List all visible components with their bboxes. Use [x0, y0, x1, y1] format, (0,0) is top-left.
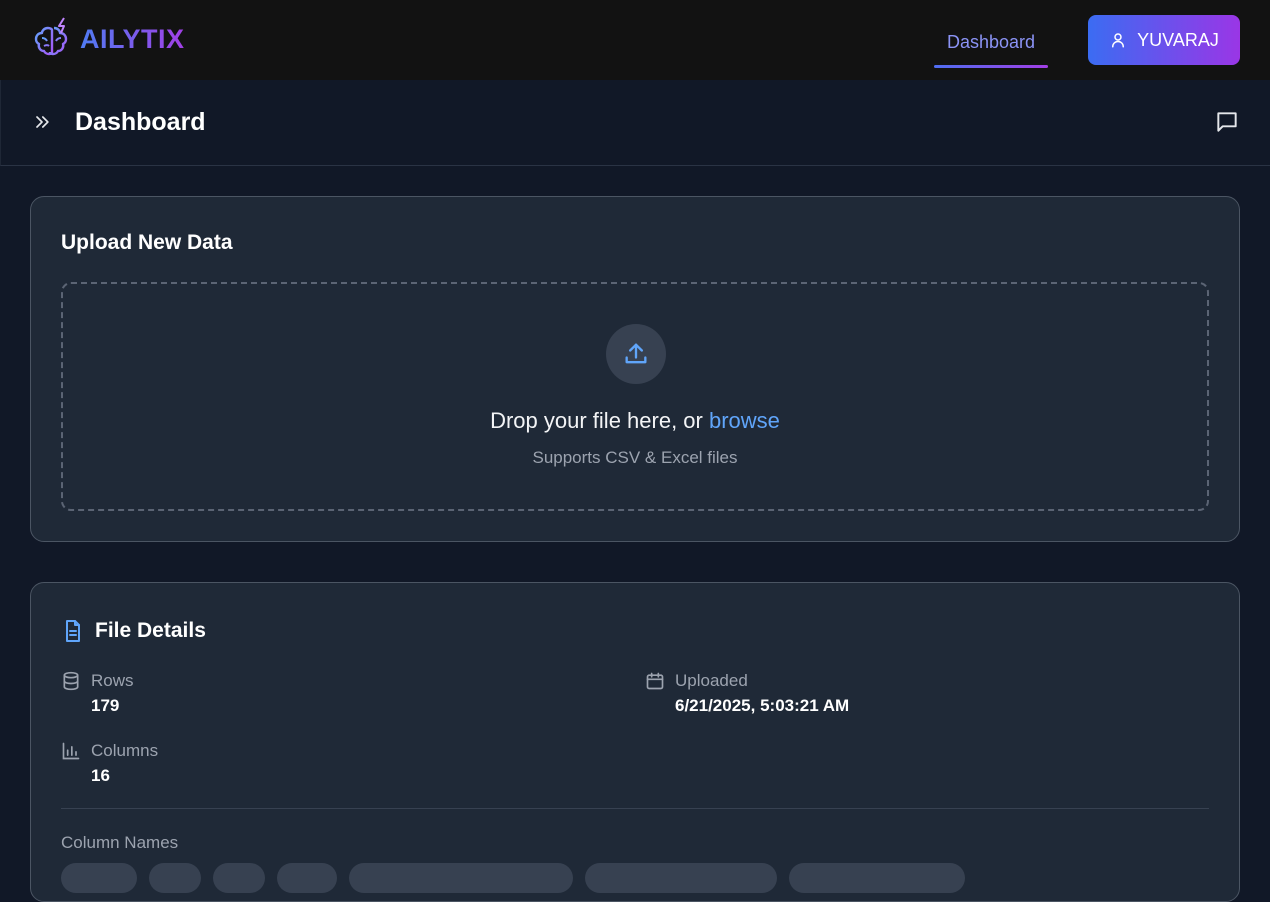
rows-value: 179: [91, 696, 120, 715]
section-divider: [61, 808, 1209, 809]
upload-card-title: Upload New Data: [61, 231, 233, 254]
message-square-icon: [1217, 112, 1237, 132]
column-chip: [149, 863, 201, 893]
drop-instructions: Drop your file here, or browse: [63, 408, 1207, 434]
active-tab-indicator: [934, 65, 1048, 68]
brand-name: AILYTIX: [80, 23, 185, 54]
column-chip: [585, 863, 777, 893]
nav-link-dashboard-label: Dashboard: [946, 32, 1036, 52]
calendar-icon: [646, 672, 664, 690]
page-title: Dashboard: [75, 108, 206, 136]
column-names-label: Column Names: [61, 833, 179, 852]
file-text-icon: [66, 620, 80, 642]
column-chip: [789, 863, 965, 893]
supported-formats-text: Supports CSV & Excel files: [532, 448, 738, 467]
user-icon: [1112, 33, 1125, 48]
column-chip: [277, 863, 337, 893]
column-chip: [213, 863, 265, 893]
columns-stat: Columns 16: [61, 741, 158, 786]
browse-link[interactable]: browse: [709, 408, 780, 433]
user-menu-button[interactable]: YUVARAJ: [1088, 15, 1240, 65]
bar-chart-icon: [62, 742, 80, 760]
file-details-title: File Details: [95, 619, 206, 642]
file-dropzone[interactable]: Drop your file here, or browse Supports …: [61, 282, 1209, 511]
file-details-card: File Details Rows 179 Uploaded 6/21/2025…: [30, 582, 1240, 902]
columns-value: 16: [91, 766, 110, 785]
rows-label: Rows: [91, 671, 134, 690]
columns-label: Columns: [91, 741, 159, 760]
chat-button[interactable]: [1214, 109, 1240, 140]
uploaded-label: Uploaded: [675, 671, 748, 690]
database-icon: [63, 671, 79, 691]
brand-logo[interactable]: AILYTIX: [30, 16, 185, 62]
drop-text: Drop your file here, or: [490, 408, 703, 433]
upload-card: Upload New Data Drop your file here, or …: [30, 196, 1240, 542]
column-name-chips: [61, 863, 965, 893]
brain-icon: [34, 17, 68, 56]
user-name: YUVARAJ: [1137, 29, 1219, 50]
chevrons-right-icon: [36, 116, 49, 128]
nav-link-dashboard[interactable]: Dashboard: [934, 22, 1048, 68]
upload-icon-circle: [606, 324, 666, 384]
uploaded-stat: Uploaded 6/21/2025, 5:03:21 AM: [645, 671, 849, 716]
file-details-header: File Details: [61, 619, 206, 643]
upload-icon: [625, 343, 647, 364]
rows-stat: Rows 179: [61, 671, 134, 716]
uploaded-value: 6/21/2025, 5:03:21 AM: [675, 696, 850, 715]
top-navbar: AILYTIX Dashboard YUVARAJ: [0, 0, 1270, 80]
column-chip: [61, 863, 137, 893]
sidebar-toggle-button[interactable]: [32, 112, 52, 137]
column-chip: [349, 863, 573, 893]
